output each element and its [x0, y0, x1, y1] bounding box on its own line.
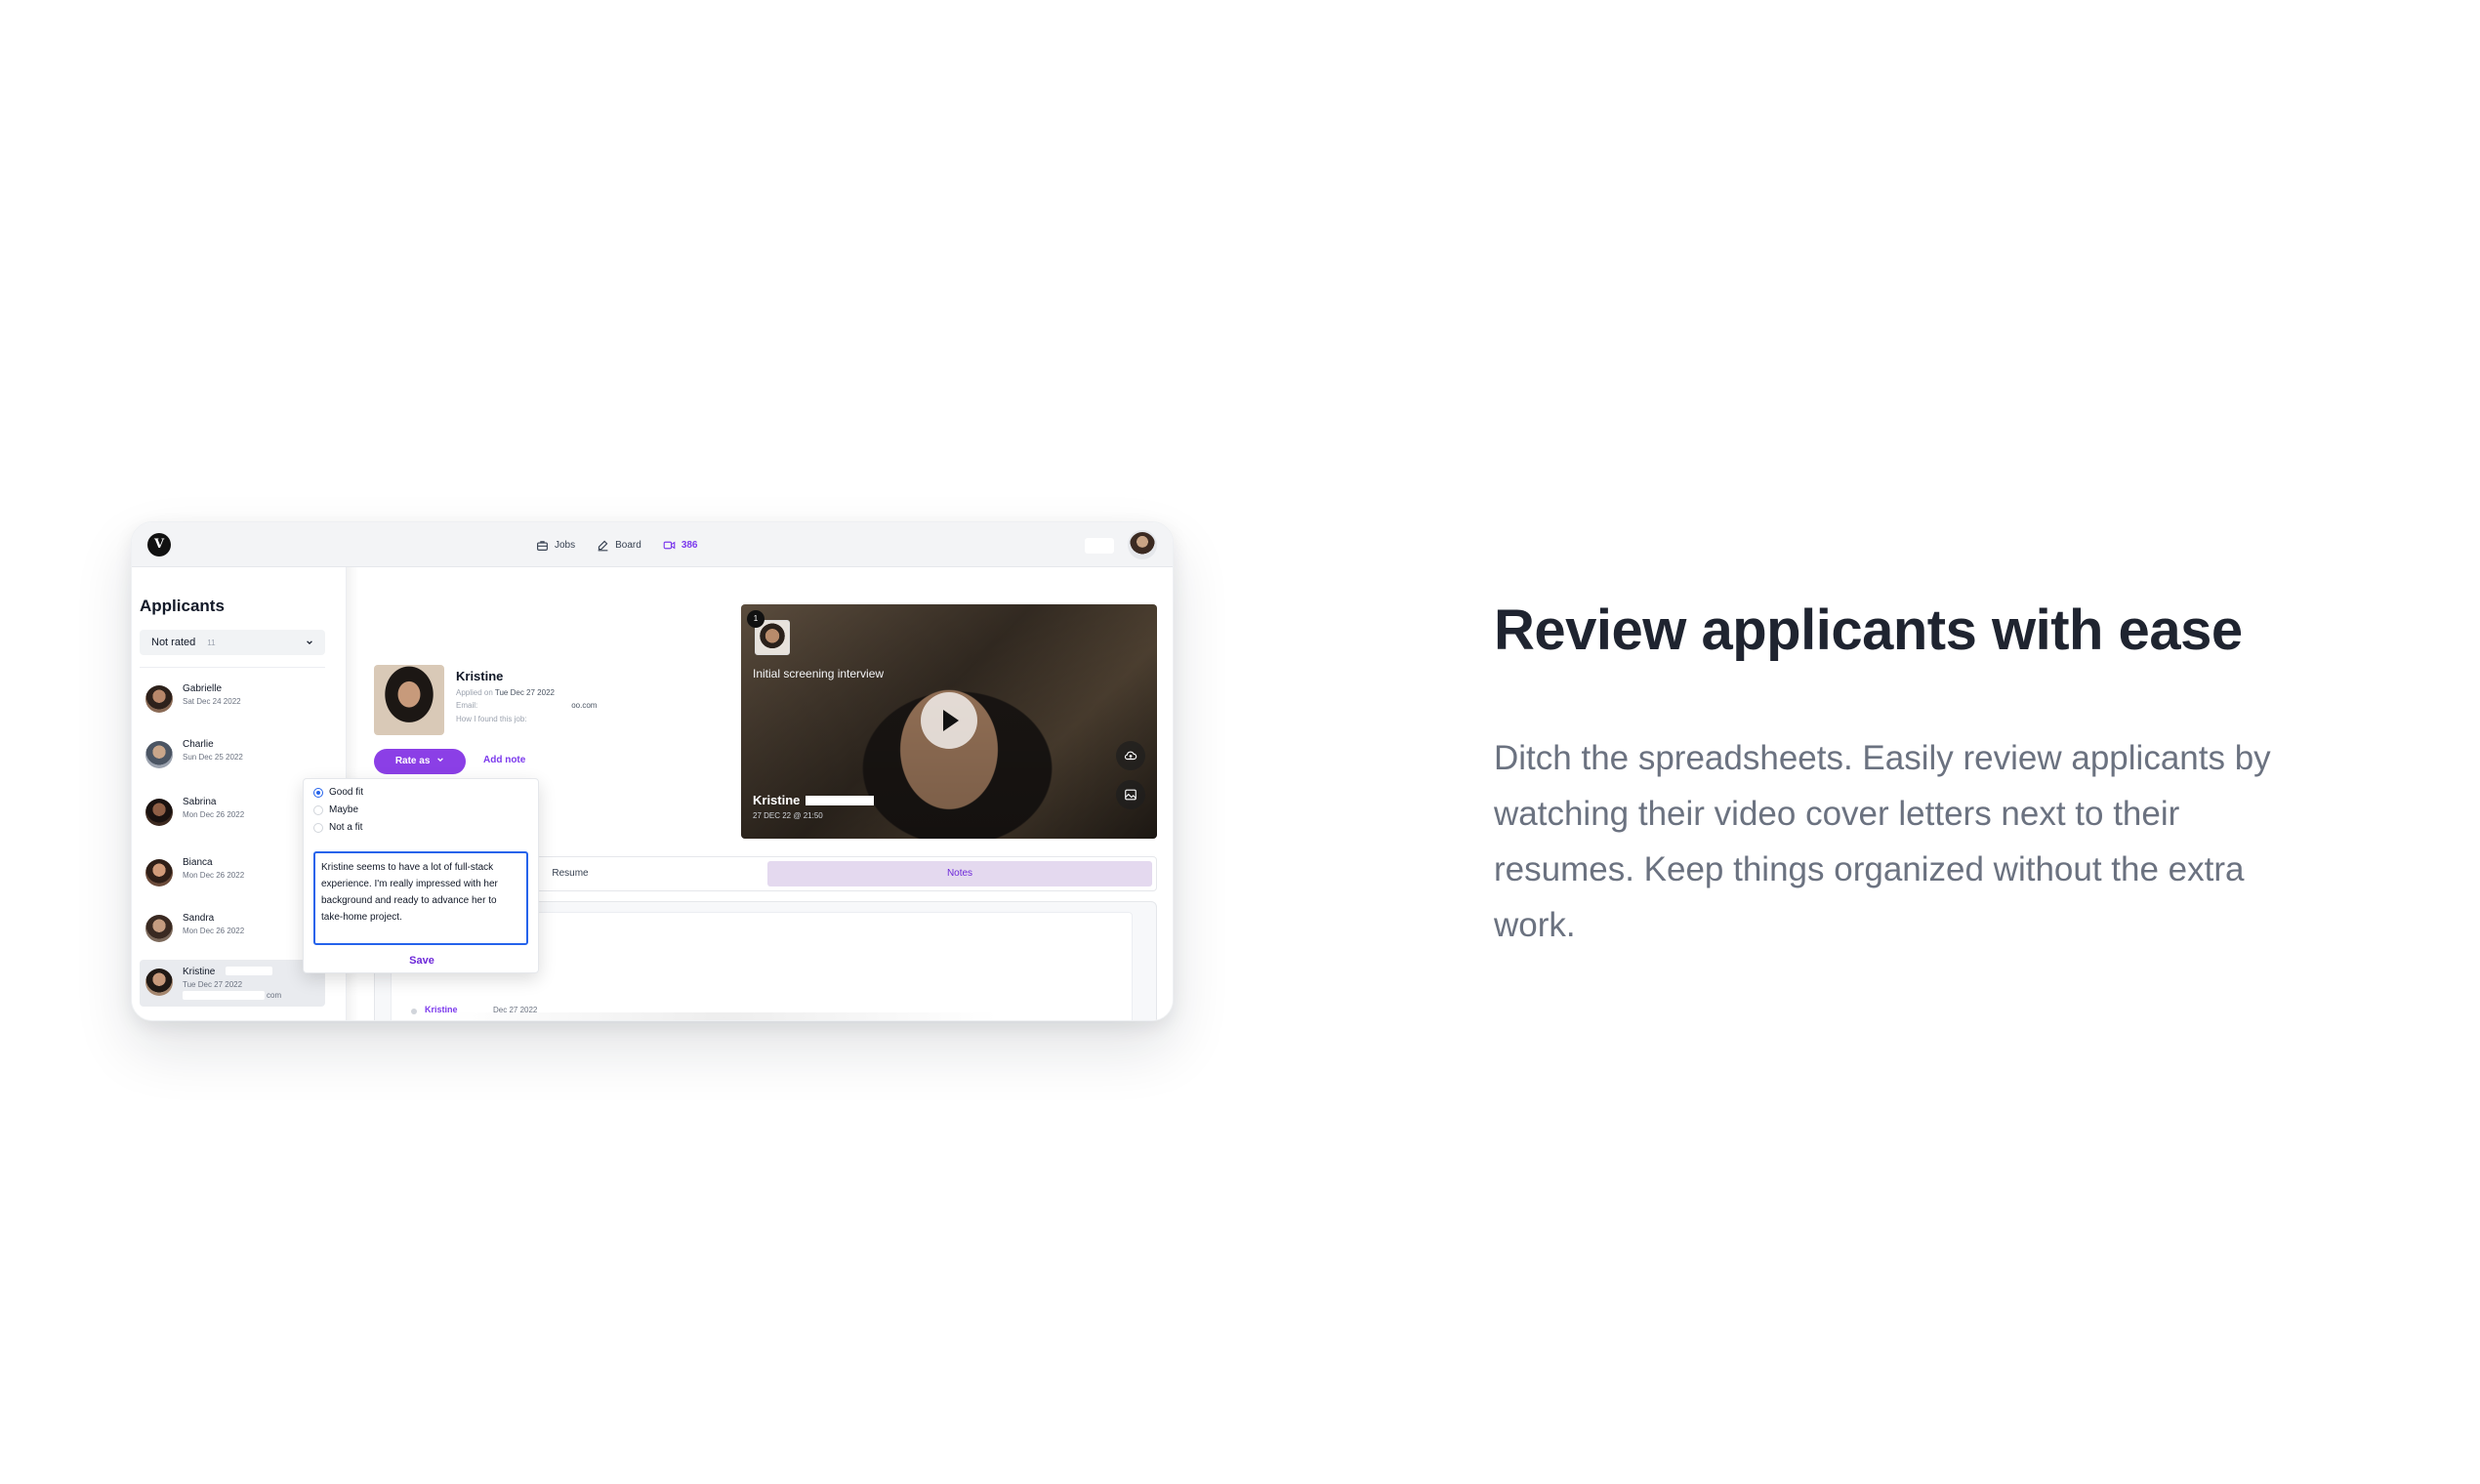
note-bullet [411, 1009, 417, 1014]
rate-as-label: Rate as [394, 756, 431, 766]
avatar [145, 915, 173, 942]
applicant-item-kristine[interactable]: Kristine Tue Dec 27 2022 com [140, 960, 325, 1007]
avatar [145, 969, 173, 996]
redacted-text [806, 796, 874, 805]
app-logo[interactable]: V [147, 533, 171, 556]
redacted-text [226, 967, 272, 975]
edit-icon [598, 540, 608, 551]
tab-notes[interactable]: Notes [767, 861, 1152, 886]
applicant-email-fragment: com [267, 991, 282, 1000]
applicant-date: Mon Dec 26 2022 [183, 871, 245, 880]
radio[interactable] [313, 822, 323, 833]
applicant-name-heading: Kristine [456, 669, 504, 683]
video-index-badge: 1 [747, 610, 765, 628]
radio[interactable] [313, 804, 323, 815]
video-cover-letter[interactable]: 1 Initial screening interview Kristine 2… [741, 604, 1157, 839]
option-label: Not a fit [329, 822, 363, 833]
email-label: Email: [456, 701, 478, 710]
image-button[interactable] [1116, 780, 1145, 809]
rating-option-not-a-fit[interactable]: Not a fit [313, 822, 362, 833]
rating-option-good-fit[interactable]: Good fit [313, 787, 363, 798]
option-label: Maybe [329, 804, 359, 815]
filter-label: Not rated [151, 637, 196, 648]
video-date: 27 DEC 22 @ 21:50 [753, 811, 823, 820]
user-avatar[interactable] [1128, 530, 1157, 559]
briefcase-icon [537, 540, 548, 551]
applied-label: Applied on [456, 688, 493, 697]
redacted-text [183, 991, 265, 1000]
save-button[interactable]: Save [304, 955, 540, 967]
avatar [145, 859, 173, 886]
nav-board[interactable]: Board [597, 539, 641, 552]
found-job-line: How I found this job: [456, 715, 527, 723]
video-title: Initial screening interview [753, 667, 885, 680]
nav-videos-count: 386 [681, 539, 698, 551]
applicant-item-sabrina[interactable]: Sabrina Mon Dec 26 2022 [140, 790, 325, 833]
applicant-date: Mon Dec 26 2022 [183, 927, 245, 935]
applicant-name: Sandra [183, 913, 215, 924]
cloud-upload-icon [1124, 751, 1137, 761]
applicant-name: Sabrina [183, 797, 217, 807]
main-nav: Jobs Board 386 [536, 522, 698, 567]
feature-headline: Review applicants with ease [1494, 598, 2243, 662]
video-applicant-name: Kristine [753, 793, 801, 807]
applicant-name: Gabrielle [183, 683, 223, 694]
feature-description: Ditch the spreadsheets. Easily review ap… [1494, 739, 2271, 944]
video-icon [663, 541, 676, 549]
chevron-down-icon [437, 758, 444, 763]
applicant-name: Charlie [183, 739, 214, 750]
avatar [145, 685, 173, 713]
rating-option-maybe[interactable]: Maybe [313, 804, 358, 815]
applicant-photo [374, 665, 444, 735]
nav-jobs[interactable]: Jobs [536, 539, 575, 552]
sidebar-title: Applicants [140, 597, 225, 615]
applicant-name: Kristine [183, 967, 216, 977]
sidebar-divider [140, 667, 325, 668]
applicant-date: Sat Dec 24 2022 [183, 697, 241, 706]
applicant-item-bianca[interactable]: Bianca Mon Dec 26 2022 [140, 850, 325, 893]
chevron-down-icon [307, 640, 312, 645]
applicant-name: Bianca [183, 857, 213, 868]
image-icon [1125, 789, 1137, 801]
add-note-link[interactable]: Add note [483, 755, 525, 765]
applicant-item-charlie[interactable]: Charlie Sun Dec 25 2022 [140, 732, 325, 775]
rate-as-button[interactable]: Rate as [374, 749, 466, 774]
top-nav-bar: V Jobs Board 386 [132, 522, 1173, 567]
applied-date: Tue Dec 27 2022 [494, 688, 555, 697]
radio-selected[interactable] [313, 787, 323, 798]
applicant-date: Tue Dec 27 2022 [183, 980, 243, 989]
app-mockup: V Jobs Board 386 Applicants Not rated 11 [131, 521, 1174, 1021]
applicant-date: Mon Dec 26 2022 [183, 810, 245, 819]
nav-videos[interactable]: 386 [663, 539, 698, 552]
rating-note-textarea[interactable]: Kristine seems to have a lot of full-sta… [313, 851, 528, 945]
email-value: oo.com [571, 701, 598, 710]
note-preview-fade [450, 1012, 997, 1020]
applicant-date: Sun Dec 25 2022 [183, 753, 243, 762]
avatar [145, 799, 173, 826]
filter-count: 11 [207, 639, 216, 647]
top-search-pill[interactable] [1085, 538, 1114, 554]
rating-filter-select[interactable]: Not rated 11 [140, 630, 325, 655]
tab-resume[interactable]: Resume [531, 861, 609, 886]
nav-board-label: Board [615, 539, 641, 551]
avatar [145, 741, 173, 768]
applicant-item-gabrielle[interactable]: Gabrielle Sat Dec 24 2022 [140, 677, 325, 720]
play-icon[interactable] [921, 692, 977, 749]
applied-on-line: Applied on Tue Dec 27 2022 [456, 688, 555, 697]
rating-popover: Good fit Maybe Not a fit Kristine seems … [303, 778, 539, 973]
email-line: Email: oo.com [456, 701, 597, 710]
cloud-upload-button[interactable] [1116, 741, 1145, 770]
nav-jobs-label: Jobs [555, 539, 576, 551]
option-label: Good fit [329, 787, 364, 798]
applicant-item-sandra[interactable]: Sandra Mon Dec 26 2022 [140, 906, 325, 949]
